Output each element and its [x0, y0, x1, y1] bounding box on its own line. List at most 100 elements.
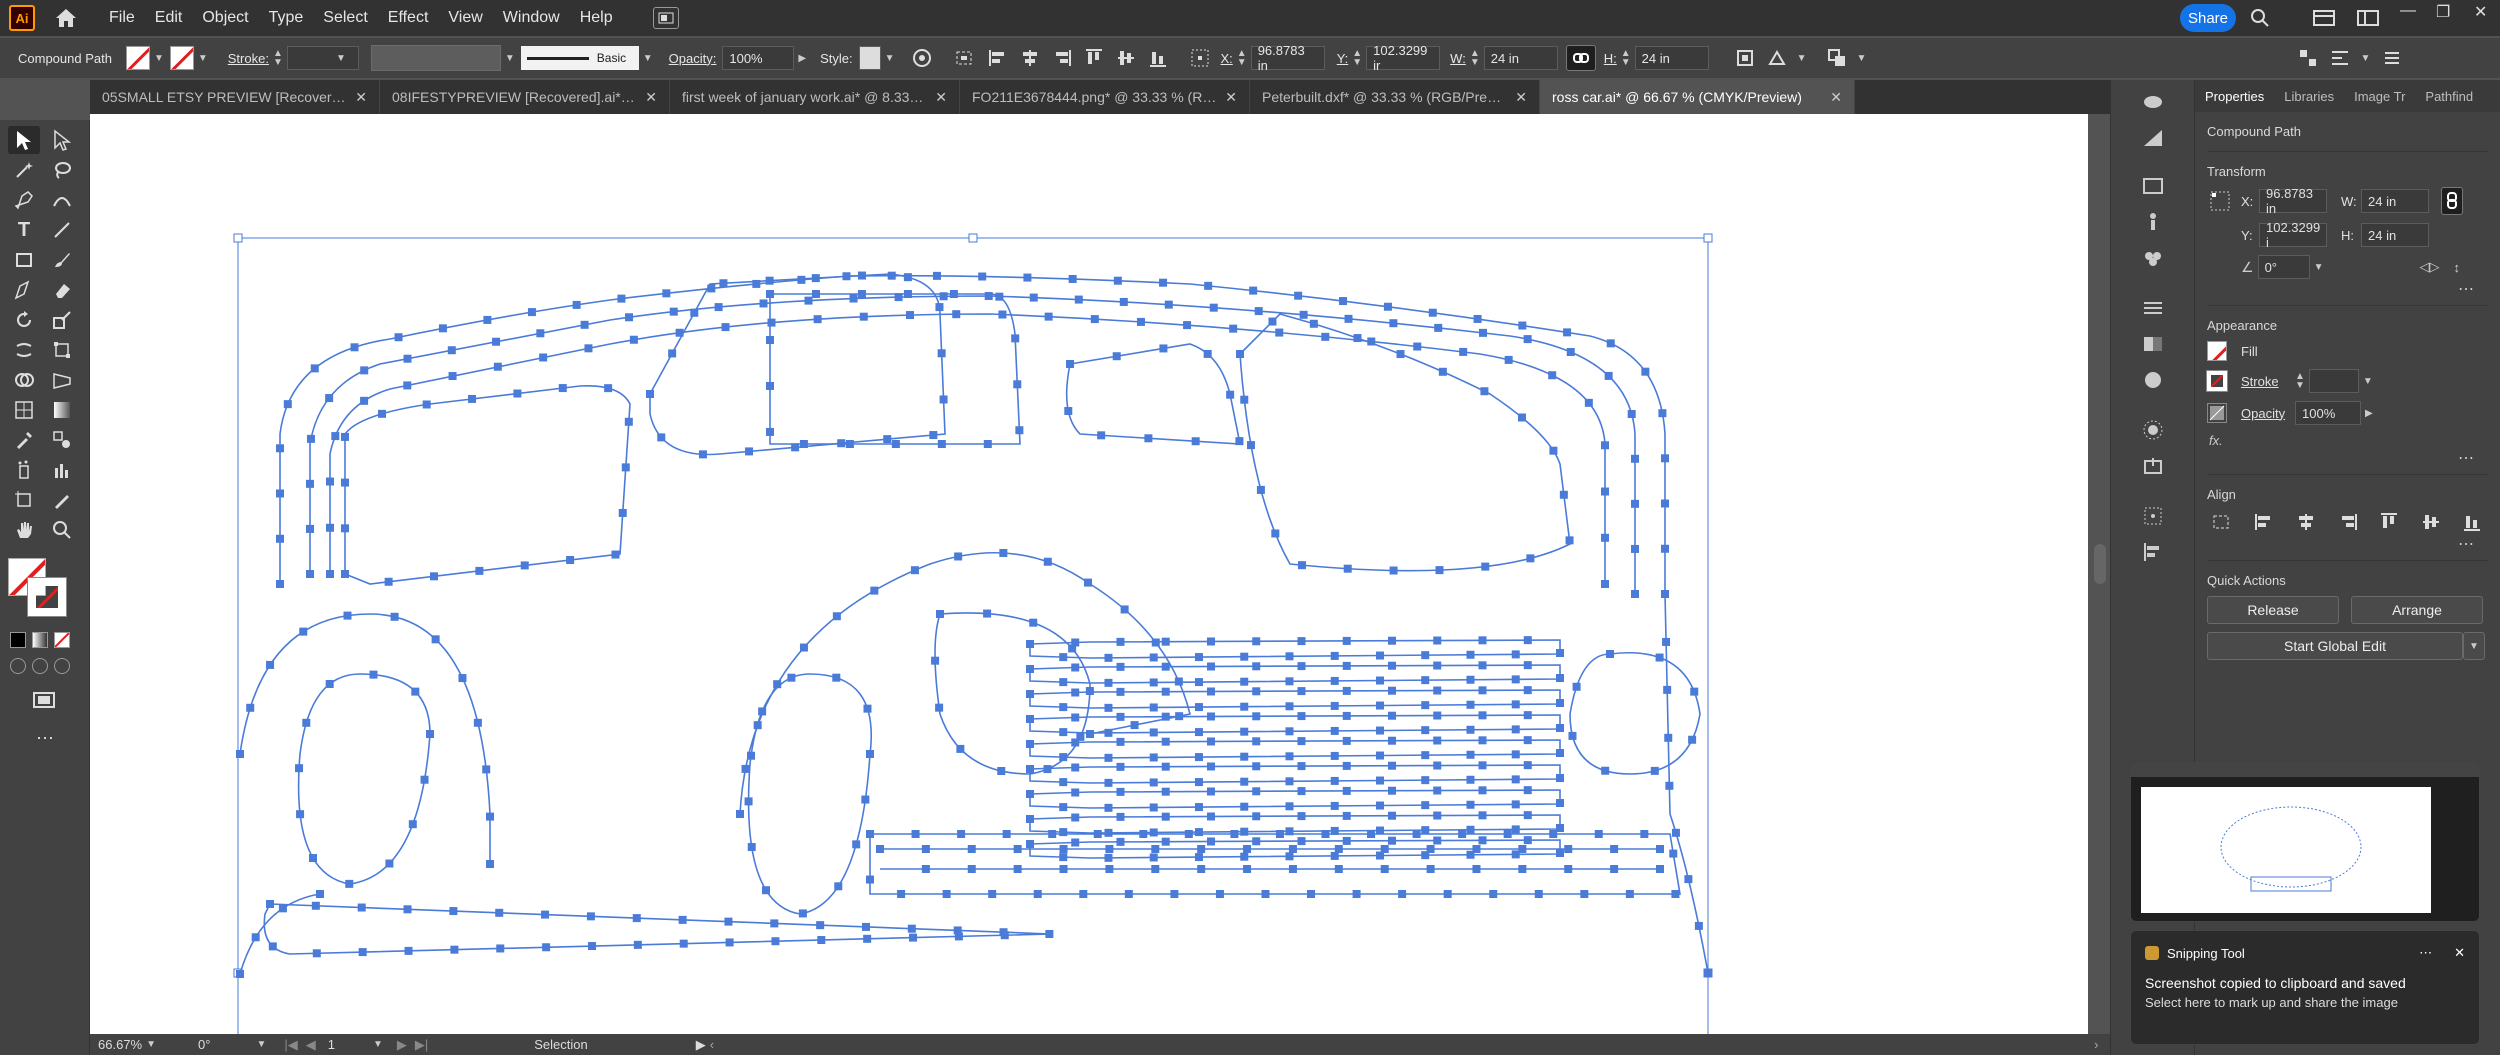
anchor-point[interactable] [1112, 352, 1121, 361]
snipping-tool-notification[interactable]: Snipping Tool ⋯ ✕ Screenshot copied to c… [2130, 930, 2480, 1045]
anchor-point[interactable] [1299, 310, 1308, 319]
anchor-point[interactable] [1204, 281, 1213, 290]
draw-behind-icon[interactable] [32, 658, 48, 674]
anchor-point[interactable] [1375, 676, 1384, 685]
truck-line-art[interactable] [90, 114, 2088, 1034]
constrain-proportions-icon[interactable] [2441, 187, 2463, 215]
anchor-point[interactable] [725, 938, 734, 947]
anchor-point[interactable] [587, 942, 596, 951]
line-tool-icon[interactable] [46, 216, 78, 244]
opacity-label[interactable]: Opacity: [669, 51, 717, 66]
headlight-right[interactable] [1569, 652, 1701, 775]
anchor-point[interactable] [698, 450, 707, 459]
variable-width-profile[interactable] [370, 45, 501, 71]
anchor-point[interactable] [1342, 811, 1351, 820]
chevron-down-icon[interactable]: ▼ [2360, 53, 2370, 64]
anchor-point[interactable] [1398, 890, 1407, 899]
anchor-point[interactable] [1240, 395, 1249, 404]
anchor-point[interactable] [1206, 687, 1215, 696]
anchor-point[interactable] [1029, 293, 1038, 302]
anchor-point[interactable] [1151, 845, 1160, 853]
anchor-point[interactable] [1556, 799, 1564, 808]
anchor-point[interactable] [1330, 701, 1339, 710]
chevron-down-icon[interactable]: ▼ [885, 53, 895, 64]
anchor-point[interactable] [905, 311, 914, 320]
gradient-tool-icon[interactable] [46, 396, 78, 424]
tab-properties[interactable]: Properties [2195, 89, 2274, 104]
tab-close-icon[interactable]: ✕ [355, 89, 367, 106]
tab-close-icon[interactable]: ✕ [935, 89, 947, 106]
anchor-point[interactable] [326, 570, 334, 578]
anchor-point[interactable] [316, 890, 324, 898]
chevron-right-icon[interactable]: ▶ [2365, 408, 2373, 419]
anchor-point[interactable] [1275, 328, 1284, 337]
anchor-point[interactable] [954, 932, 963, 941]
w-stepper[interactable]: ▲ ▼ [1470, 49, 1480, 68]
anchor-point[interactable] [1566, 347, 1575, 356]
anchor-point[interactable] [861, 922, 870, 931]
stroke-weight-field[interactable]: ▼ [286, 46, 359, 70]
anchor-point[interactable] [1059, 703, 1068, 712]
anchor-point[interactable] [1104, 753, 1113, 762]
anchor-point[interactable] [1478, 786, 1487, 795]
anchor-point[interactable] [1206, 837, 1215, 846]
anchor-point[interactable] [1071, 738, 1080, 747]
anchor-point[interactable] [1252, 637, 1261, 646]
anchor-point[interactable] [1026, 815, 1034, 823]
flip-horizontal-icon[interactable]: ◁▷ [2419, 259, 2439, 275]
anchor-point[interactable] [1556, 749, 1564, 758]
anchor-point[interactable] [1604, 371, 1613, 380]
anchor-point[interactable] [1194, 678, 1203, 687]
anchor-point[interactable] [766, 427, 774, 436]
screenshot-thumbnail[interactable] [2130, 762, 2480, 922]
menu-edit[interactable]: Edit [145, 0, 193, 36]
anchor-point[interactable] [1466, 650, 1475, 659]
anchor-point[interactable] [1116, 662, 1125, 671]
anchor-point[interactable] [1085, 686, 1094, 695]
anchor-point[interactable] [1059, 678, 1068, 687]
menu-select[interactable]: Select [313, 0, 377, 36]
anchor-point[interactable] [1194, 653, 1203, 662]
menu-object[interactable]: Object [192, 0, 258, 36]
anchor-point[interactable] [1297, 837, 1306, 846]
anchor-point[interactable] [311, 901, 320, 910]
anchor-point[interactable] [357, 903, 366, 912]
anchor-point[interactable] [542, 943, 551, 952]
anchor-point[interactable] [1013, 380, 1022, 389]
anchor-point[interactable] [310, 364, 319, 373]
anchor-point[interactable] [1206, 637, 1215, 646]
anchor-point[interactable] [747, 751, 756, 760]
anchor-point[interactable] [1240, 852, 1249, 861]
anchor-point[interactable] [1655, 653, 1664, 662]
next-artboard-icon[interactable]: ▶ [397, 1037, 407, 1053]
anchor-point[interactable] [1556, 674, 1564, 683]
anchor-point[interactable] [937, 349, 946, 358]
anchor-point[interactable] [1071, 688, 1080, 697]
anchor-point[interactable] [1093, 830, 1102, 838]
chevron-down-icon[interactable]: ▼ [643, 53, 653, 64]
anchor-point[interactable] [1246, 441, 1255, 450]
document-tab[interactable]: first week of january work.ai* @ 8.33 % … [670, 80, 960, 114]
anchor-point[interactable] [584, 344, 593, 353]
anchor-point[interactable] [1209, 303, 1218, 312]
anchor-point[interactable] [1396, 350, 1405, 359]
anchor-point[interactable] [1104, 803, 1113, 812]
anchor-point[interactable] [1104, 678, 1113, 687]
anchor-point[interactable] [1236, 350, 1244, 358]
anchor-point[interactable] [1342, 711, 1351, 720]
anchor-point[interactable] [1288, 865, 1297, 873]
anchor-point[interactable] [306, 479, 314, 488]
anchor-point[interactable] [967, 865, 976, 873]
anchor-point[interactable] [1426, 845, 1435, 853]
anchor-point[interactable] [1139, 830, 1148, 838]
anchor-point[interactable] [331, 432, 340, 441]
anchor-point[interactable] [1059, 828, 1068, 837]
anchor-point[interactable] [952, 310, 961, 319]
w-field[interactable]: 24 in [2361, 189, 2429, 213]
anchor-point[interactable] [1584, 398, 1593, 407]
anchor-point[interactable] [1059, 845, 1068, 853]
anchor-point[interactable] [1235, 437, 1244, 446]
cab-roof-third[interactable] [329, 313, 1606, 584]
tab-close-icon[interactable]: ✕ [1515, 89, 1527, 106]
anchor-point[interactable] [1375, 726, 1384, 735]
